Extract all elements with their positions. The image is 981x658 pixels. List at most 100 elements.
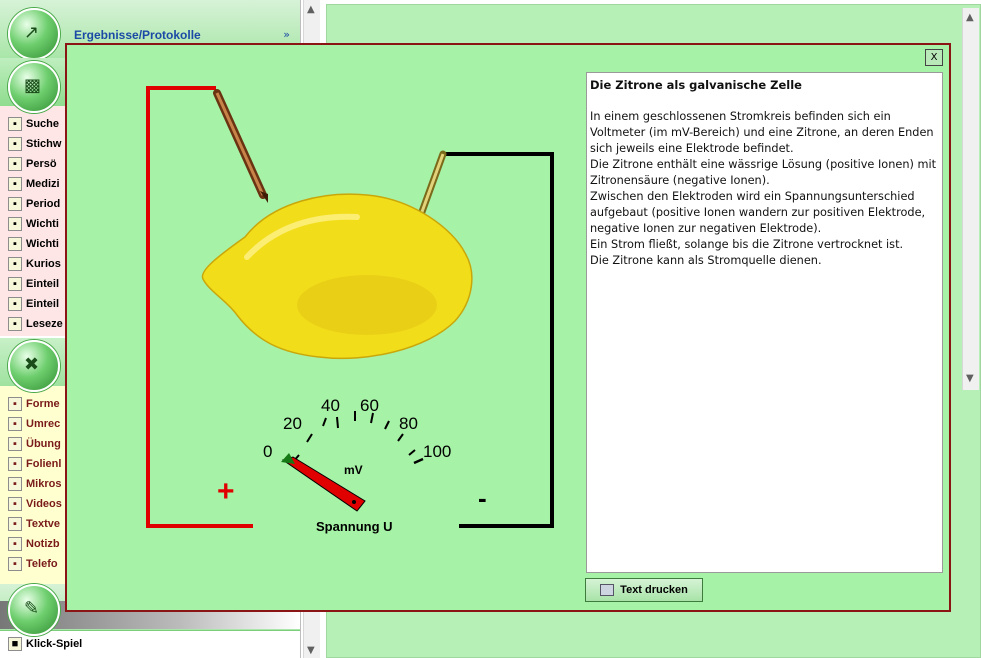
sidebar-item-label: Kurios bbox=[26, 258, 61, 270]
slides-icon: ▪ bbox=[8, 477, 22, 491]
sidebar-item[interactable]: ▪ Period bbox=[8, 194, 68, 214]
sidebar-item[interactable]: ▪ Leseze bbox=[8, 314, 68, 334]
meter-tick-label: 80 bbox=[399, 414, 418, 433]
book-icon: ▪ bbox=[8, 137, 22, 151]
slides-icon: ▪ bbox=[8, 457, 22, 471]
sidebar-item[interactable]: ▪ Notizb bbox=[8, 534, 68, 554]
sidebar-item[interactable]: ▪ Telefo bbox=[8, 554, 68, 574]
sidebar-item[interactable]: ▪ Wichti bbox=[8, 234, 68, 254]
sidebar-item-label: Persö bbox=[26, 158, 57, 170]
tools-icon[interactable]: ✖ bbox=[8, 340, 60, 392]
sidebar-item-label: Videos bbox=[26, 498, 62, 510]
info-icon: ▪ bbox=[8, 217, 22, 231]
sidebar-item-label: Stichw bbox=[26, 138, 62, 150]
book-lock-icon[interactable]: ▩ bbox=[8, 61, 60, 113]
sidebar-item-label: Einteil bbox=[26, 298, 60, 310]
sidebar-item-label: Medizi bbox=[26, 178, 60, 190]
sidebar-item[interactable]: ▪ Einteil bbox=[8, 274, 68, 294]
meter-tick-label: 60 bbox=[360, 396, 379, 415]
meter-tick-label: 0 bbox=[263, 442, 273, 461]
article-line: Ein Strom fließt, solange bis die Zitron… bbox=[590, 238, 904, 251]
sidebar-item-label: Mikros bbox=[26, 478, 62, 490]
person-icon: ▪ bbox=[8, 157, 22, 171]
sidebar-item-label: Übung bbox=[26, 438, 61, 450]
scroll-up-icon[interactable]: ▲ bbox=[966, 12, 974, 23]
lemon-battery-dialog: X 0 20 40 60 80 100 mV Spannung U + - Di… bbox=[65, 43, 951, 612]
article-line: Zitronensäure (negative Ionen). bbox=[590, 174, 770, 187]
meter-tick-label: 100 bbox=[423, 442, 452, 461]
text-icon: ▪ bbox=[8, 517, 22, 531]
notebook-icon: ▪ bbox=[8, 537, 22, 551]
sidebar-item[interactable]: ▪ Einteil bbox=[8, 294, 68, 314]
article-body: In einem geschlossenen Stromkreis befind… bbox=[590, 109, 939, 269]
sidebar-item-label: Umrec bbox=[26, 418, 61, 430]
article-line: Zwischen den Elektroden wird ein Spannun… bbox=[590, 190, 915, 203]
info-icon: ▪ bbox=[8, 237, 22, 251]
print-text-button[interactable]: Text drucken bbox=[585, 578, 703, 602]
sidebar-item[interactable]: ▪ Kurios bbox=[8, 254, 68, 274]
sidebar-item-label: Period bbox=[26, 198, 61, 210]
article-line: Die Zitrone kann als Stromquelle dienen. bbox=[590, 254, 822, 267]
sidebar-item[interactable]: ▪ Übung bbox=[8, 434, 68, 454]
negative-wire bbox=[443, 152, 554, 528]
sidebar-item-label: Wichti bbox=[26, 218, 59, 230]
sidebar-item-label: Folienl bbox=[26, 458, 62, 470]
game-icon: ■ bbox=[8, 637, 22, 651]
meter-tick-label: 20 bbox=[283, 414, 302, 433]
open-book-icon: ▪ bbox=[8, 177, 22, 191]
sidebar-item[interactable]: ▪ Mikros bbox=[8, 474, 68, 494]
sidebar-item[interactable]: ▪ Umrec bbox=[8, 414, 68, 434]
sidebar-item-klick-spiel[interactable]: ■ Klick-Spiel bbox=[8, 634, 128, 654]
sidebar-item[interactable]: ▪ Persö bbox=[8, 154, 68, 174]
article-line: Voltmeter (im mV-Bereich) und eine Zitro… bbox=[590, 126, 934, 139]
sidebar-item-label: Suche bbox=[26, 118, 60, 130]
sidebar-item[interactable]: ▪ Suche bbox=[8, 114, 68, 134]
sidebar-item-label: Textve bbox=[26, 518, 61, 530]
printer-icon bbox=[600, 584, 615, 596]
print-button-label: Text drucken bbox=[620, 584, 688, 596]
search-icon: ▪ bbox=[8, 117, 22, 131]
scroll-down-icon[interactable]: ▼ bbox=[966, 373, 974, 384]
article-title: Die Zitrone als galvanische Zelle bbox=[590, 78, 802, 92]
sidebar-item[interactable]: ▪ Textve bbox=[8, 514, 68, 534]
phone-icon: ▪ bbox=[8, 557, 22, 571]
notebook-icon[interactable]: ✎ bbox=[8, 584, 60, 636]
scroll-up-icon[interactable]: ▲ bbox=[307, 4, 315, 15]
sidebar-item-label: Telefo bbox=[26, 558, 58, 570]
sidebar-item[interactable]: ▪ Folienl bbox=[8, 454, 68, 474]
sidebar-item[interactable]: ▪ Forme bbox=[8, 394, 68, 414]
meter-caption: Spannung U bbox=[316, 519, 393, 534]
close-button[interactable]: X bbox=[925, 49, 943, 66]
bookmark-icon: ▪ bbox=[8, 317, 22, 331]
meter-tick-label: 40 bbox=[321, 396, 340, 415]
lemon-battery-illustration bbox=[146, 86, 554, 528]
pencil-icon: ▪ bbox=[8, 437, 22, 451]
zinc-electrode bbox=[415, 150, 447, 224]
article-line: sich jeweils eine Elektrode befindet. bbox=[590, 142, 794, 155]
sidebar-item-label: Klick-Spiel bbox=[26, 638, 83, 650]
scroll-down-icon[interactable]: ▼ bbox=[307, 645, 315, 656]
sidebar-item[interactable]: ▪ Medizi bbox=[8, 174, 68, 194]
sidebar-item[interactable]: ▪ Stichw bbox=[8, 134, 68, 154]
lemon bbox=[201, 193, 473, 360]
article-line: aufgebaut (positive Ionen wandern zur po… bbox=[590, 206, 926, 219]
sidebar-header-title: Ergebnisse/Protokolle bbox=[74, 28, 201, 42]
negative-terminal-sign: - bbox=[478, 483, 487, 513]
positive-terminal-sign: + bbox=[217, 475, 235, 508]
meter-unit: mV bbox=[344, 463, 363, 477]
sidebar-item-label: Notizb bbox=[26, 538, 60, 550]
copper-electrode bbox=[213, 89, 268, 203]
sidebar-item[interactable]: ▪ Wichti bbox=[8, 214, 68, 234]
chevron-down-icon[interactable]: » bbox=[283, 28, 290, 41]
main-scrollbar[interactable]: ▲ ▼ bbox=[962, 8, 979, 390]
article-text-box[interactable]: Die Zitrone als galvanische Zelle In ein… bbox=[586, 72, 943, 573]
video-icon: ▪ bbox=[8, 497, 22, 511]
info-icon: ▪ bbox=[8, 297, 22, 311]
sidebar-item[interactable]: ▪ Videos bbox=[8, 494, 68, 514]
info-icon: ▪ bbox=[8, 257, 22, 271]
chart-icon[interactable]: ↗ bbox=[8, 8, 60, 60]
article-line: In einem geschlossenen Stromkreis befind… bbox=[590, 110, 891, 123]
formula-icon: ▪ bbox=[8, 397, 22, 411]
atom-icon: ▪ bbox=[8, 197, 22, 211]
table-icon: ▪ bbox=[8, 417, 22, 431]
